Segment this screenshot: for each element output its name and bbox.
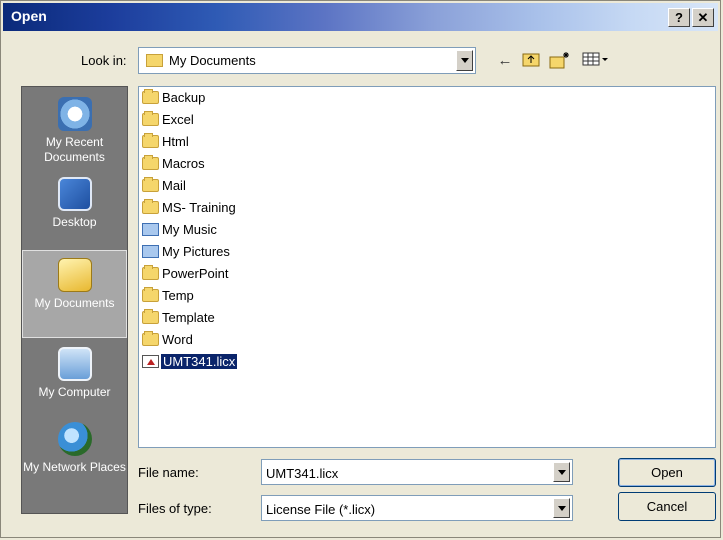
back-arrow-icon[interactable]: ← — [495, 51, 515, 71]
look-in-label: Look in: — [81, 53, 127, 68]
cancel-button[interactable]: Cancel — [618, 492, 716, 521]
place-desktop[interactable]: Desktop — [22, 177, 127, 230]
file-list[interactable]: Backup Excel Html Macros Mail MS- Traini… — [138, 86, 716, 448]
file-type-select[interactable]: License File (*.licx) — [261, 495, 573, 521]
folder-icon — [142, 155, 159, 170]
place-label: My Recent Documents — [44, 135, 105, 164]
place-my-network-places[interactable]: My Network Places — [22, 422, 127, 475]
help-button[interactable]: ? — [668, 8, 690, 27]
place-label: My Documents — [34, 296, 115, 310]
pictures-folder-icon — [142, 245, 159, 258]
my-computer-icon — [57, 347, 92, 381]
new-folder-icon[interactable] — [549, 51, 569, 71]
folder-icon — [142, 331, 159, 346]
chevron-down-icon[interactable] — [553, 498, 570, 518]
open-button[interactable]: Open — [618, 458, 716, 487]
folder-icon — [142, 199, 159, 214]
place-label: Desktop — [52, 215, 97, 229]
file-type-value: License File (*.licx) — [266, 502, 376, 517]
folder-icon — [142, 89, 159, 104]
dialog-title: Open — [11, 8, 47, 24]
folder-icon — [142, 287, 159, 302]
chevron-down-icon[interactable] — [553, 462, 570, 482]
folder-icon — [146, 54, 163, 67]
look-in-dropdown[interactable]: My Documents — [138, 47, 476, 74]
desktop-icon — [57, 177, 92, 211]
file-name-field[interactable]: UMT341.licx — [261, 459, 573, 485]
place-my-documents[interactable]: My Documents — [22, 250, 127, 338]
license-file-icon — [142, 355, 159, 368]
file-name-label: File name: — [138, 465, 199, 480]
folder-icon — [142, 111, 159, 126]
title-bar[interactable]: Open ? ✕ — [3, 3, 718, 31]
place-my-computer[interactable]: My Computer — [22, 347, 127, 400]
views-menu-icon[interactable] — [581, 51, 611, 71]
up-one-level-icon[interactable] — [521, 51, 541, 71]
places-bar: My Recent Documents Desktop My Documents… — [21, 86, 128, 514]
music-folder-icon — [142, 223, 159, 236]
my-documents-icon — [57, 258, 92, 292]
folder-icon — [142, 177, 159, 192]
file-type-label: Files of type: — [138, 501, 212, 516]
recent-documents-icon — [57, 97, 92, 131]
chevron-down-icon[interactable] — [456, 50, 473, 71]
look-in-value: My Documents — [169, 53, 256, 68]
place-label: My Network Places — [23, 460, 126, 474]
folder-icon — [142, 265, 159, 280]
network-places-icon — [57, 422, 92, 456]
place-my-recent-documents[interactable]: My Recent Documents — [22, 97, 127, 165]
folder-icon — [142, 133, 159, 148]
place-label: My Computer — [38, 385, 111, 399]
close-button[interactable]: ✕ — [692, 8, 714, 27]
open-dialog: Open ? ✕ Look in: My Documents ← My Rece… — [0, 0, 721, 538]
folder-icon — [142, 309, 159, 324]
file-name-value: UMT341.licx — [266, 466, 339, 481]
